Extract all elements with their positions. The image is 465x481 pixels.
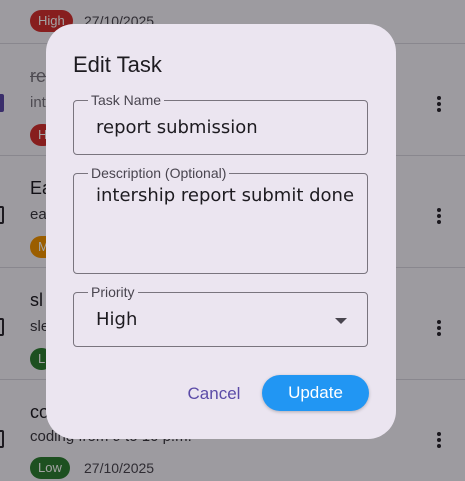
priority-dropdown[interactable]: Priority High	[73, 284, 368, 347]
edit-task-dialog: Edit Task Task Name report submission De…	[46, 24, 396, 439]
cancel-button[interactable]: Cancel	[180, 377, 248, 411]
task-name-field[interactable]: Task Name report submission	[73, 92, 368, 155]
dialog-title: Edit Task	[73, 52, 162, 77]
task-name-value[interactable]: report submission	[96, 117, 258, 138]
priority-label: Priority	[88, 284, 138, 300]
description-label: Description (Optional)	[88, 165, 230, 181]
priority-value: High	[96, 309, 138, 330]
description-value[interactable]: intership report submit done	[96, 185, 354, 206]
description-field[interactable]: Description (Optional) intership report …	[73, 165, 368, 274]
task-name-label: Task Name	[88, 92, 165, 108]
update-button[interactable]: Update	[262, 375, 369, 411]
dropdown-arrow-icon[interactable]	[335, 318, 347, 324]
